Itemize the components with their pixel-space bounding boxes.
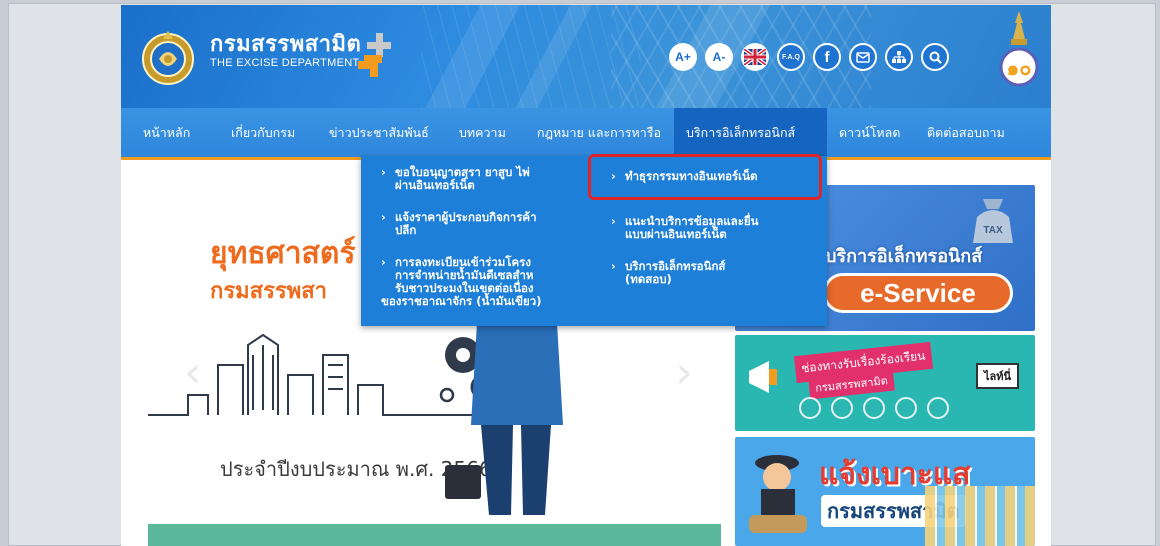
dropdown-item-label: ทำธุรกรรมทางอินเทอร์เน็ต — [625, 169, 758, 183]
mail-button[interactable] — [849, 43, 877, 71]
nav-eservices-label: บริการอิเล็กทรอนิกส์ — [686, 124, 796, 140]
line-badge: ไลท์นี่ — [975, 363, 1019, 389]
chevron-right-icon: › — [611, 214, 616, 228]
nav-contact[interactable]: ติดต่อสอบถาม — [917, 108, 1015, 157]
eservice-title: บริการอิเล็กทรอนิกส์ — [825, 246, 983, 267]
svg-text:๑๐: ๑๐ — [1007, 56, 1032, 80]
nav-law-label: กฎหมาย และการหารือ — [537, 124, 661, 140]
chevron-right-icon: › — [611, 259, 616, 273]
excise-website: กรมสรรพสามิต THE EXCISE DEPARTMENT A+ A- — [121, 5, 1051, 546]
font-decrease-button[interactable]: A- — [705, 43, 733, 71]
contact-icon — [927, 397, 949, 419]
search-button[interactable] — [921, 43, 949, 71]
dropdown-item-label: ของราชอาณาจักร (น้ำมันเขียว) — [381, 294, 542, 308]
english-language-button[interactable] — [741, 43, 769, 71]
uk-flag-icon — [744, 49, 766, 65]
sitemap-icon — [892, 51, 906, 63]
sitemap-button[interactable] — [885, 43, 913, 71]
report-tip-banner[interactable]: แจ้งเบาะแส กรมสรรพสามิต — [735, 437, 1035, 546]
site-header: กรมสรรพสามิต THE EXCISE DEPARTMENT A+ A- — [121, 5, 1051, 108]
nav-news[interactable]: ข่าวประชาสัมพันธ์ — [319, 108, 439, 157]
logo-plus-icon — [358, 33, 391, 77]
tax-bag-icon: TAX — [973, 199, 1013, 243]
eservice-pill: e-Service — [823, 273, 1013, 313]
contact-icons-row — [799, 397, 1009, 423]
complaint-banner[interactable]: ช่องทางรับเรื่องร้องเรียน กรมสรรพสามิต ไ… — [735, 335, 1035, 431]
font-decrease-label: A- — [712, 50, 726, 64]
slider-headline: ยุทธศาสตร์ — [210, 236, 356, 271]
megaphone-icon — [749, 361, 777, 393]
nav-articles[interactable]: บทความ — [449, 108, 516, 157]
nav-download[interactable]: ดาวน์โหลด — [829, 108, 910, 157]
dropdown-item-label: แบบผ่านอินเทอร์เน็ต — [625, 227, 727, 241]
dropdown-item-retail-price[interactable]: › แจ้งราคาผู้ประกอบกิจการค้า ปลีก — [381, 211, 591, 237]
search-icon — [929, 51, 942, 64]
tax-label: TAX — [983, 225, 1003, 236]
dropdown-item-label: ผ่านอินเทอร์เน็ต — [395, 178, 475, 192]
contact-icon — [799, 397, 821, 419]
nav-about[interactable]: เกี่ยวกับกรม — [221, 108, 305, 157]
nav-about-label: เกี่ยวกับกรม — [231, 124, 296, 140]
dropdown-item-label: แจ้งราคาผู้ประกอบกิจการค้า — [395, 210, 537, 224]
contact-icon — [895, 397, 917, 419]
nav-news-label: ข่าวประชาสัมพันธ์ — [329, 124, 429, 140]
slider-department: กรมสรรพสา — [210, 279, 327, 304]
excise-emblem-icon[interactable] — [139, 23, 197, 93]
dropdown-item-info-service[interactable]: › แนะนำบริการข้อมูลและยื่น แบบผ่านอินเทอ… — [611, 215, 811, 241]
slider-next-arrow[interactable]: › — [675, 347, 693, 398]
site-title[interactable]: กรมสรรพสามิต — [210, 26, 361, 61]
chevron-right-icon: › — [381, 165, 386, 179]
header-building-pattern — [421, 5, 641, 108]
slider-footer-bar — [148, 524, 721, 546]
storefront-illustration — [925, 486, 1035, 546]
facebook-icon: f — [824, 48, 830, 66]
slider-prev-arrow[interactable]: ‹ — [184, 347, 202, 398]
mail-icon — [856, 51, 870, 63]
chevron-right-icon: › — [381, 210, 386, 224]
dropdown-item-online-transaction[interactable]: › ทำธุรกรรมทางอินเทอร์เน็ต — [611, 170, 811, 183]
dropdown-item-green-diesel[interactable]: › การลงทะเบียนเข้าร่วมโครง การจำหน่ายน้ำ… — [381, 256, 595, 308]
royal-crest-icon: ๑๐ — [999, 11, 1039, 87]
dropdown-item-label: (ทดสอบ) — [625, 272, 672, 286]
nav-contact-label: ติดต่อสอบถาม — [927, 124, 1005, 140]
faq-button[interactable]: F.A.Q — [777, 43, 805, 71]
dropdown-item-license-online[interactable]: › ขอใบอนุญาตสุรา ยาสูบ ไพ่ ผ่านอินเทอร์เ… — [381, 166, 591, 192]
contact-icon — [831, 397, 853, 419]
detective-illustration — [749, 455, 807, 533]
site-subtitle: THE EXCISE DEPARTMENT — [210, 57, 360, 69]
faq-label: F.A.Q — [782, 53, 800, 61]
main-navigation: หน้าหลัก เกี่ยวกับกรม ข่าวประชาสัมพันธ์ … — [121, 108, 1051, 160]
nav-download-label: ดาวน์โหลด — [839, 124, 901, 140]
nav-articles-label: บทความ — [459, 124, 506, 140]
contact-icon — [863, 397, 885, 419]
chevron-right-icon: › — [611, 169, 616, 183]
dropdown-item-label: ปลีก — [395, 223, 417, 237]
font-increase-label: A+ — [675, 50, 691, 64]
nav-eservices[interactable]: บริการอิเล็กทรอนิกส์ — [674, 108, 827, 157]
chevron-right-icon: › — [381, 255, 386, 269]
nav-home-label: หน้าหลัก — [143, 124, 191, 140]
dropdown-item-eservice-test[interactable]: › บริการอิเล็กทรอนิกส์ (ทดสอบ) — [611, 260, 811, 286]
nav-law[interactable]: กฎหมาย และการหารือ — [527, 108, 671, 157]
font-increase-button[interactable]: A+ — [669, 43, 697, 71]
nav-home[interactable]: หน้าหลัก — [133, 108, 200, 157]
eservices-dropdown-menu: › ขอใบอนุญาตสุรา ยาสูบ ไพ่ ผ่านอินเทอร์เ… — [361, 156, 827, 326]
facebook-button[interactable]: f — [813, 43, 841, 71]
